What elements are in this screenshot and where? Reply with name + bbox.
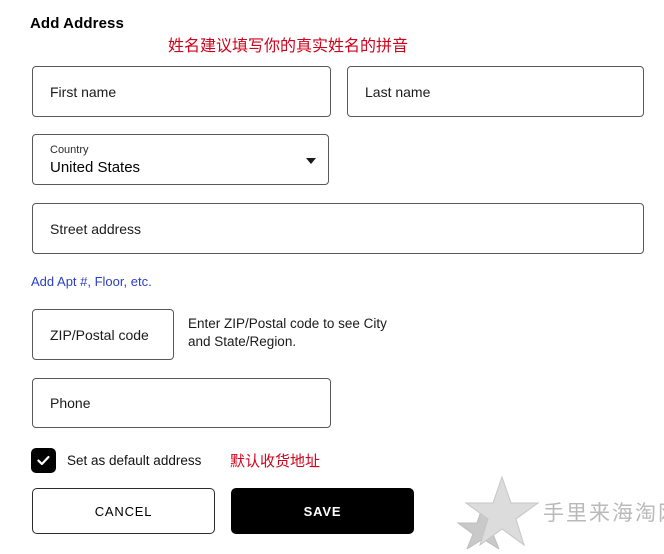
last-name-input[interactable]: Last name bbox=[347, 66, 644, 117]
check-icon bbox=[37, 455, 50, 465]
first-name-placeholder: First name bbox=[50, 83, 117, 100]
country-select[interactable]: Country United States bbox=[32, 134, 329, 185]
country-label: Country bbox=[50, 144, 89, 156]
add-address-form: Add Address 姓名建议填写你的真实姓名的拼音 First name L… bbox=[0, 0, 664, 553]
watermark-text: 手里来海淘网 bbox=[543, 501, 664, 525]
zip-postal-code-placeholder: ZIP/Postal code bbox=[50, 326, 149, 343]
cancel-button[interactable]: CANCEL bbox=[32, 488, 215, 534]
zip-helper-text: Enter ZIP/Postal code to see City and St… bbox=[188, 316, 387, 349]
country-value: United States bbox=[50, 159, 141, 176]
default-address-row: Set as default address bbox=[31, 447, 201, 473]
country-select-text: Country United States bbox=[50, 143, 294, 178]
watermark: 手里来海淘网 bbox=[455, 474, 664, 551]
first-name-input[interactable]: First name bbox=[32, 66, 331, 117]
street-address-input[interactable]: Street address bbox=[32, 203, 644, 254]
page-title: Add Address bbox=[30, 15, 124, 32]
two-stars-icon bbox=[455, 475, 541, 551]
last-name-placeholder: Last name bbox=[365, 83, 431, 100]
annotation-default-address: 默认收货地址 bbox=[230, 452, 321, 470]
save-button[interactable]: SAVE bbox=[231, 488, 414, 534]
default-address-checkbox[interactable] bbox=[31, 447, 56, 473]
chevron-down-icon[interactable] bbox=[306, 157, 316, 164]
default-address-label: Set as default address bbox=[67, 452, 202, 468]
phone-placeholder: Phone bbox=[50, 395, 91, 411]
zip-postal-code-input[interactable]: ZIP/Postal code bbox=[32, 309, 174, 360]
street-address-placeholder: Street address bbox=[50, 220, 142, 237]
add-apt-link[interactable]: Add Apt #, Floor, etc. bbox=[31, 274, 152, 289]
annotation-name-hint: 姓名建议填写你的真实姓名的拼音 bbox=[168, 36, 409, 55]
phone-input[interactable]: Phone bbox=[32, 378, 331, 428]
